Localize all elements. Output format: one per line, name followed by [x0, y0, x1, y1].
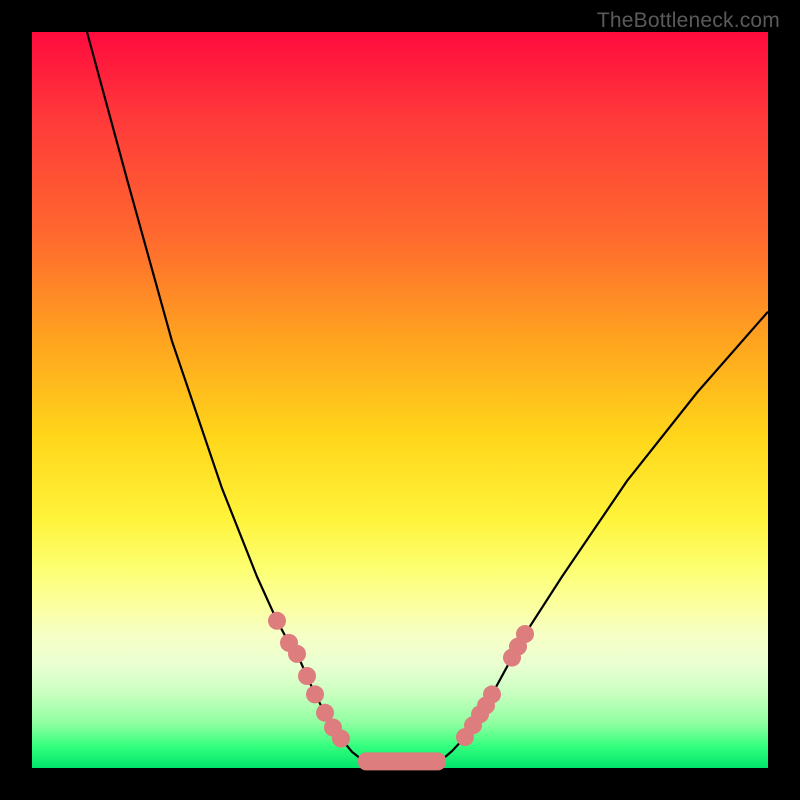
- plot-area: [32, 32, 768, 768]
- curve-marker: [306, 685, 324, 703]
- marker-group: [268, 612, 534, 748]
- chart-frame: TheBottleneck.com: [0, 0, 800, 800]
- curve-marker: [332, 730, 350, 748]
- curve-marker: [268, 612, 286, 630]
- curve-marker: [288, 645, 306, 663]
- curve-svg: [32, 32, 768, 768]
- curve-marker: [516, 625, 534, 643]
- curve-marker: [483, 685, 501, 703]
- trough-bar: [358, 752, 446, 770]
- curve-left: [87, 32, 364, 761]
- curve-marker: [298, 667, 316, 685]
- watermark-text: TheBottleneck.com: [597, 9, 780, 33]
